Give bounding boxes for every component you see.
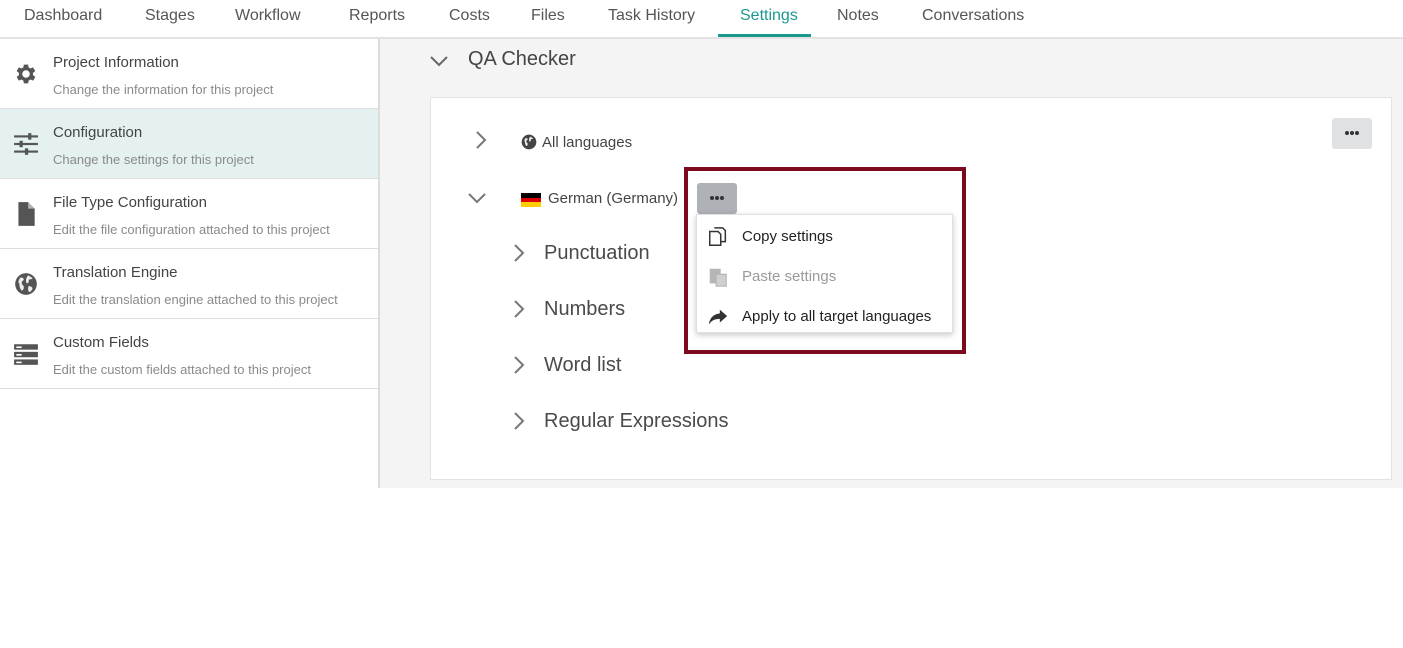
share-arrow-icon — [708, 309, 728, 325]
tab-task-history[interactable]: Task History — [586, 0, 717, 37]
subsection-numbers[interactable]: Numbers — [544, 298, 625, 321]
chevron-right-icon[interactable] — [511, 411, 527, 431]
copy-icon — [709, 227, 727, 246]
more-horizontal-icon — [1345, 131, 1359, 135]
sidebar-item-title: Project Information — [53, 54, 179, 71]
chevron-right-icon[interactable] — [511, 243, 527, 263]
settings-sidebar: Project Information Change the informati… — [0, 39, 380, 488]
tab-conversations[interactable]: Conversations — [900, 0, 1046, 37]
tab-reports[interactable]: Reports — [327, 0, 427, 37]
sliders-icon — [14, 133, 38, 155]
globe-icon — [521, 134, 537, 150]
file-icon — [18, 202, 35, 226]
language-row-german-germany[interactable]: German (Germany) — [548, 190, 678, 207]
menu-item-label: Copy settings — [742, 228, 833, 245]
subsection-punctuation[interactable]: Punctuation — [544, 242, 650, 265]
sidebar-item-custom-fields[interactable]: Custom Fields Edit the custom fields att… — [0, 319, 378, 389]
chevron-right-icon[interactable] — [473, 130, 489, 150]
menu-item-label: Apply to all target languages — [742, 308, 932, 325]
german-flag-icon — [521, 193, 541, 207]
tab-workflow[interactable]: Workflow — [213, 0, 323, 37]
gear-icon — [16, 64, 36, 84]
sidebar-item-description: Edit the file configuration attached to … — [53, 222, 330, 237]
subsection-regular-expressions[interactable]: Regular Expressions — [544, 410, 729, 433]
chevron-down-icon[interactable] — [467, 190, 487, 206]
menu-item-paste-settings[interactable]: Paste settings — [697, 257, 952, 295]
sidebar-item-description: Change the settings for this project — [53, 152, 254, 167]
tab-files[interactable]: Files — [509, 0, 587, 37]
sidebar-item-file-type-configuration[interactable]: File Type Configuration Edit the file co… — [0, 179, 378, 249]
sidebar-item-configuration[interactable]: Configuration Change the settings for th… — [0, 109, 378, 179]
sidebar-item-title: Custom Fields — [53, 334, 149, 351]
menu-item-copy-settings[interactable]: Copy settings — [697, 217, 952, 255]
panel-more-button[interactable] — [1332, 118, 1372, 149]
subsection-word-list[interactable]: Word list — [544, 354, 621, 377]
sidebar-item-description: Change the information for this project — [53, 82, 274, 97]
tab-notes[interactable]: Notes — [815, 0, 901, 37]
top-tab-bar: Dashboard Stages Workflow Reports Costs … — [0, 0, 1403, 39]
sidebar-item-translation-engine[interactable]: Translation Engine Edit the translation … — [0, 249, 378, 319]
sidebar-item-description: Edit the custom fields attached to this … — [53, 362, 311, 377]
sidebar-item-project-information[interactable]: Project Information Change the informati… — [0, 39, 378, 109]
sidebar-item-title: Configuration — [53, 124, 143, 141]
menu-item-apply-to-all[interactable]: Apply to all target languages — [697, 297, 952, 335]
chevron-right-icon[interactable] — [511, 355, 527, 375]
sidebar-item-title: File Type Configuration — [53, 194, 207, 211]
sidebar-item-title: Translation Engine — [53, 264, 178, 281]
tab-settings[interactable]: Settings — [718, 0, 811, 37]
sidebar-item-description: Edit the translation engine attached to … — [53, 292, 338, 307]
language-row-all-languages[interactable]: All languages — [542, 134, 632, 151]
chevron-down-icon[interactable] — [429, 53, 449, 69]
tab-dashboard[interactable]: Dashboard — [2, 0, 124, 37]
language-context-menu: Copy settings Paste settings Apply to al… — [696, 214, 953, 333]
section-title: QA Checker — [468, 48, 576, 70]
tab-stages[interactable]: Stages — [123, 0, 217, 37]
tab-costs[interactable]: Costs — [427, 0, 512, 37]
globe-icon — [15, 273, 37, 295]
server-icon — [14, 344, 38, 365]
chevron-right-icon[interactable] — [511, 299, 527, 319]
paste-icon — [709, 268, 727, 287]
menu-item-label: Paste settings — [742, 268, 837, 285]
